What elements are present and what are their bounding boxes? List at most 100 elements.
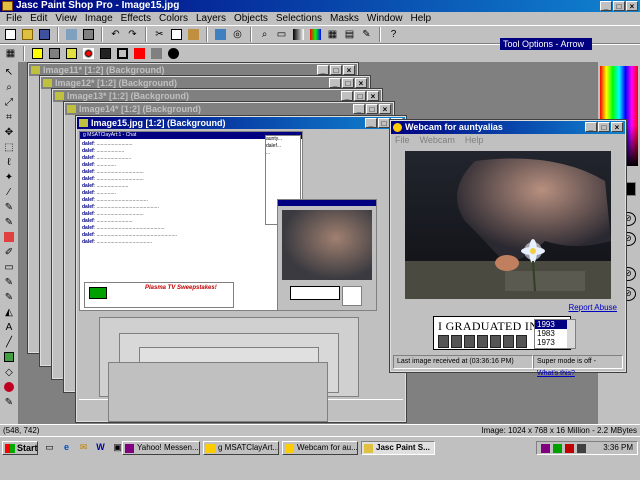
record-icon[interactable]	[166, 46, 181, 61]
clock[interactable]: 3:36 PM	[603, 443, 633, 452]
year-scrollbar[interactable]	[567, 320, 575, 348]
graduated-ad-banner[interactable]: I GRADUATED IN: 1993 1983 1973	[433, 316, 576, 350]
paste-icon[interactable]	[186, 27, 201, 42]
menu-layers[interactable]: Layers	[192, 12, 230, 25]
flood-fill-icon[interactable]: ◭	[2, 305, 16, 319]
copy-icon[interactable]	[169, 27, 184, 42]
paintshop-icon	[2, 1, 13, 11]
new-icon[interactable]	[3, 27, 18, 42]
overview-icon[interactable]: ▦	[325, 27, 340, 42]
webcam-menu-file[interactable]: File	[395, 135, 410, 145]
freehand-tool-icon[interactable]: ℓ	[2, 155, 16, 169]
screen-capture-icon[interactable]	[213, 27, 228, 42]
paintbrush-icon[interactable]: ✎	[2, 200, 16, 214]
zoom-icon[interactable]: ⌕	[257, 27, 272, 42]
close-button[interactable]: ×	[626, 1, 638, 11]
text-tool-icon[interactable]: A	[2, 320, 16, 334]
task-yahoo-messenger[interactable]: Yahoo! Messen...	[122, 441, 200, 455]
layers-icon[interactable]: ▤	[342, 27, 357, 42]
zoom-tool-icon[interactable]: ⌕	[2, 80, 16, 94]
shape-tool-icon[interactable]	[2, 350, 16, 364]
report-abuse-link[interactable]: Report Abuse	[569, 303, 617, 312]
line-tool-icon[interactable]: ╱	[2, 335, 16, 349]
histogram-icon[interactable]	[291, 27, 306, 42]
menu-selections[interactable]: Selections	[272, 12, 326, 25]
menu-file[interactable]: File	[2, 12, 26, 25]
magic-wand-icon[interactable]: ✦	[2, 170, 16, 184]
undo-icon[interactable]: ↶	[108, 27, 123, 42]
tray-volume-icon[interactable]	[577, 444, 586, 453]
more-tools-icon[interactable]: ✎	[2, 395, 16, 409]
word-icon[interactable]: W	[93, 441, 108, 455]
arrow-tool-icon[interactable]: ↖	[2, 65, 16, 79]
color-box-yellow2-icon[interactable]	[64, 46, 79, 61]
menu-edit[interactable]: Edit	[26, 12, 51, 25]
color-palette-icon[interactable]	[308, 27, 323, 42]
webcam-task-icon	[285, 444, 294, 453]
open-icon[interactable]	[20, 27, 35, 42]
menu-image[interactable]: Image	[81, 12, 117, 25]
year-listbox[interactable]: 1993 1983 1973	[534, 319, 576, 349]
whats-this-link[interactable]: What's this?	[537, 370, 575, 377]
webcam-minimize-button[interactable]: _	[585, 122, 597, 132]
vector-object-icon[interactable]: ◇	[2, 365, 16, 379]
target-dark-icon[interactable]	[98, 46, 113, 61]
menu-window[interactable]: Window	[363, 12, 407, 25]
print-icon[interactable]	[81, 27, 96, 42]
tool-palette: ↖ ⌕ ⤢ ⌗ ✥ ⬚ ℓ ✦ ⁄ ✎ ✎ ✐ ▭ ✎ ✎ ◭ A ╱ ◇ ✎	[0, 62, 18, 424]
webcam-window[interactable]: Webcam for auntyalias _ □ × File Webcam …	[389, 119, 627, 377]
menu-masks[interactable]: Masks	[326, 12, 363, 25]
webcam-close-button[interactable]: ×	[611, 122, 623, 132]
menu-colors[interactable]: Colors	[155, 12, 192, 25]
flag-icon[interactable]	[132, 46, 147, 61]
help-icon[interactable]: ?	[386, 27, 401, 42]
script-icon[interactable]	[149, 46, 164, 61]
airbrush-icon[interactable]: ✎	[2, 290, 16, 304]
ie-icon[interactable]: e	[59, 441, 74, 455]
menu-effects[interactable]: Effects	[117, 12, 155, 25]
maximize-button[interactable]: □	[613, 1, 625, 11]
tv-icon	[89, 287, 107, 299]
mover-tool-icon[interactable]: ✥	[2, 125, 16, 139]
tray-yahoo-icon[interactable]	[541, 444, 550, 453]
clone-brush-icon[interactable]: ✎	[2, 215, 16, 229]
task-webcam[interactable]: Webcam for au...	[282, 441, 358, 455]
color-box-yellow-icon[interactable]	[30, 46, 45, 61]
task-paintshop[interactable]: Jasc Paint S...	[361, 441, 435, 455]
target-red-icon[interactable]	[81, 46, 96, 61]
eraser-icon[interactable]: ▭	[2, 260, 16, 274]
minimize-button[interactable]: _	[600, 1, 612, 11]
cut-icon[interactable]: ✂	[152, 27, 167, 42]
view-icon[interactable]: ◎	[230, 27, 245, 42]
tray-network-icon[interactable]	[553, 444, 562, 453]
tool-options-palette-title[interactable]: Tool Options - Arrow	[500, 38, 592, 50]
color-replacer-icon[interactable]	[2, 230, 16, 244]
redo-icon[interactable]: ↷	[125, 27, 140, 42]
tool-palette-icon[interactable]: ✎	[359, 27, 374, 42]
outlook-icon[interactable]: ✉	[76, 441, 91, 455]
dropper-icon[interactable]: ⁄	[2, 185, 16, 199]
menu-view[interactable]: View	[51, 12, 81, 25]
save-icon[interactable]	[37, 27, 52, 42]
webcam-menu-help[interactable]: Help	[465, 135, 484, 145]
color-box-gray-icon[interactable]	[47, 46, 62, 61]
crop-tool-icon[interactable]: ⌗	[2, 110, 16, 124]
selection-tool-icon[interactable]: ⬚	[2, 140, 16, 154]
webcam-menu-webcam[interactable]: Webcam	[420, 135, 455, 145]
color-icon[interactable]	[2, 380, 16, 394]
picture-tube-icon[interactable]: ✎	[2, 275, 16, 289]
deform-tool-icon[interactable]: ⤢	[2, 95, 16, 109]
task-chat[interactable]: g MSATClayArt...	[203, 441, 279, 455]
app-title: Jasc Paint Shop Pro - Image15.jpg	[16, 0, 180, 11]
frame-icon[interactable]	[115, 46, 130, 61]
browse-icon[interactable]	[64, 27, 79, 42]
menu-objects[interactable]: Objects	[230, 12, 272, 25]
grid-icon[interactable]: ▦	[3, 46, 18, 61]
menu-help[interactable]: Help	[407, 12, 436, 25]
retouch-icon[interactable]: ✐	[2, 245, 16, 259]
normal-view-icon[interactable]: ▭	[274, 27, 289, 42]
webcam-maximize-button[interactable]: □	[598, 122, 610, 132]
desktop-icon[interactable]: ▭	[42, 441, 57, 455]
tray-antivirus-icon[interactable]	[565, 444, 574, 453]
start-button[interactable]: Start	[2, 441, 38, 455]
